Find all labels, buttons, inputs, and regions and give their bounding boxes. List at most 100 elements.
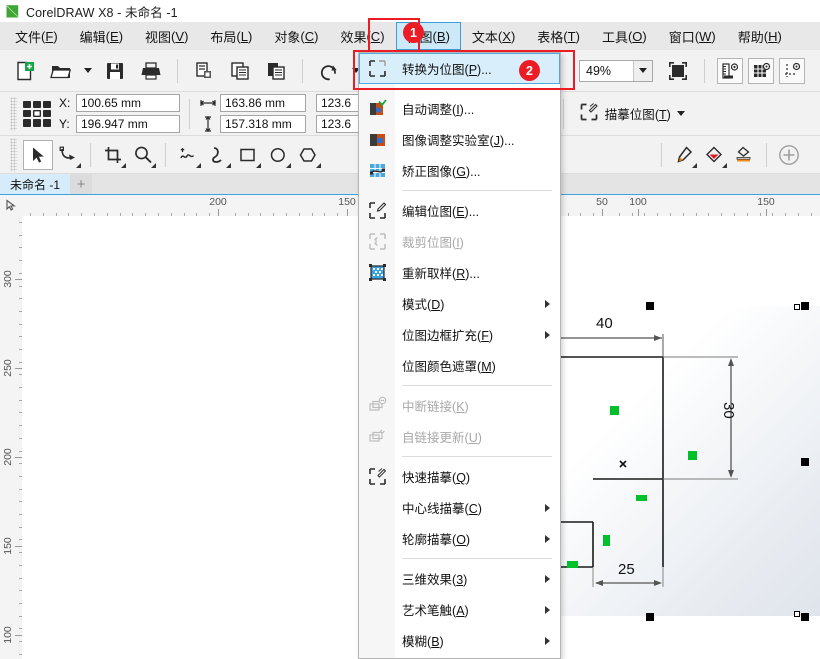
selected-bitmap-object[interactable]: 40 30 25 [557,306,820,616]
ruler-label: 250 [2,359,14,377]
size-fields: 163.86 mm 157.318 mm [199,94,306,133]
cut-icon[interactable] [187,54,221,88]
menu-item-bitmap-border-expand[interactable]: 位图边框扩充(F) [359,319,560,350]
ruler-tick [15,279,22,280]
polygon-tool-icon[interactable] [293,140,323,170]
dimension-label-top: 40 [596,315,613,332]
menu-separator-5 [402,558,552,559]
print-icon[interactable] [134,54,168,88]
selection-handle-top-right-open[interactable] [794,304,800,310]
object-origin-selector-icon[interactable] [23,100,51,127]
pick-tool-icon[interactable] [23,139,53,170]
menu-item-bitmap-color-mask[interactable]: 位图颜色遮罩(M) [359,350,560,381]
show-guidelines-icon[interactable] [779,57,805,84]
menu-tools[interactable]: 工具(O) [591,22,658,50]
object-width-input[interactable]: 163.86 mm [220,94,306,112]
add-tool-icon[interactable] [774,140,804,170]
selection-handle-top-middle[interactable] [646,302,654,310]
menu-window[interactable]: 窗口(W) [658,22,727,50]
shape-tool-icon[interactable] [53,140,83,170]
menu-edit[interactable]: 编辑(E) [69,22,134,50]
menu-help[interactable]: 帮助(H) [727,22,793,50]
toolbox-grip[interactable] [10,137,17,172]
y-label: Y: [59,117,70,131]
outline-pen-tool-icon[interactable] [729,140,759,170]
trace-bitmap-button[interactable]: 描摹位图(T) [573,99,691,129]
menu-file[interactable]: 文件(F) [4,22,69,50]
artistic-media-tool-icon[interactable] [203,140,233,170]
menu-effects[interactable]: 效果(C) [329,22,395,50]
chevron-down-icon[interactable] [633,60,652,81]
undo-icon[interactable] [312,54,346,88]
rectangle-tool-icon[interactable] [233,140,263,170]
menu-item-centerline-trace[interactable]: 中心线描摹(C) [359,492,560,523]
ruler-label: 100 [629,196,647,208]
toolbox-separator-1 [90,142,91,167]
x-position-input[interactable]: 100.65 mm [76,94,180,112]
full-screen-preview-icon[interactable] [661,54,695,88]
bitmaps-menu-dropdown[interactable]: 转换为位图(P)... 自动调整(I)... 图像调整实验室(J)... 矫正图… [358,52,561,659]
chevron-down-icon[interactable] [676,111,685,116]
menu-item-resample[interactable]: 重新取样(R)... [359,257,560,288]
menu-item-straighten-image[interactable]: 矫正图像(G)... [359,155,560,186]
menu-item-3d-effects[interactable]: 三维效果(3) [359,563,560,594]
selection-handle-bottom-right-open[interactable] [794,611,800,617]
menu-item-edit-bitmap[interactable]: 编辑位图(E)... [359,195,560,226]
ruler-origin-icon[interactable] [0,194,22,216]
show-grid-icon[interactable] [748,57,774,84]
scale-height-input[interactable]: 123.6 [316,115,364,133]
crop-bitmap-icon [366,231,388,253]
open-document-icon[interactable] [44,54,78,88]
paste-icon[interactable] [259,54,293,88]
property-separator-1 [189,98,190,129]
ellipse-tool-icon[interactable] [263,140,293,170]
annotation-badge-1: 1 [403,22,424,43]
vertical-ruler[interactable]: 300 250 200 150 100 [0,216,22,659]
selection-handle-top-right[interactable] [801,302,809,310]
menu-item-art-strokes[interactable]: 艺术笔触(A) [359,594,560,625]
color-eyedropper-tool-icon[interactable] [669,140,699,170]
copy-icon[interactable] [223,54,257,88]
submenu-arrow-icon [545,636,550,645]
menu-text-accel: X [502,28,511,44]
menu-item-image-adjustment-lab[interactable]: 图像调整实验室(J)... [359,124,560,155]
freehand-tool-icon[interactable] [173,140,203,170]
menu-item-quick-trace[interactable]: 快速描摹(Q) [359,461,560,492]
object-height-icon [199,115,216,133]
y-position-input[interactable]: 196.947 mm [76,115,180,133]
menu-table[interactable]: 表格(T) [526,22,591,50]
menu-item-auto-adjust-label: 自动调整(I)... [402,103,475,117]
menu-item-auto-adjust[interactable]: 自动调整(I)... [359,93,560,124]
menu-item-crop-bitmap-label: 裁剪位图(I) [402,236,464,250]
menu-view[interactable]: 视图(V) [134,22,199,50]
new-document-icon[interactable] [8,54,42,88]
scale-width-input[interactable]: 123.6 [316,94,364,112]
open-dropdown-caret-icon[interactable] [80,54,96,88]
title-bar: CorelDRAW X8 - 未命名 -1 [0,0,820,22]
object-height-input[interactable]: 157.318 mm [220,115,306,133]
crop-tool-icon[interactable] [98,140,128,170]
show-rulers-icon[interactable] [717,57,743,84]
menu-object[interactable]: 对象(C) [263,22,329,50]
selection-handle-bottom-middle[interactable] [646,613,654,621]
menu-layout[interactable]: 布局(L) [199,22,263,50]
plus-icon[interactable]: + [70,174,93,194]
menu-layout-accel: L [240,28,248,44]
submenu-arrow-icon [545,503,550,512]
property-bar-grip[interactable] [10,96,17,131]
selection-handle-middle-right[interactable] [801,458,809,466]
save-icon[interactable] [98,54,132,88]
selection-handle-bottom-right[interactable] [801,613,809,621]
menu-item-edit-bitmap-label: 编辑位图(E)... [402,205,480,219]
zoom-tool-icon[interactable] [128,140,158,170]
ruler-tick [766,209,767,216]
interactive-fill-tool-icon[interactable] [699,140,729,170]
zoom-level-combo[interactable]: 49% [579,59,653,82]
menu-item-outline-trace[interactable]: 轮廓描摹(O) [359,523,560,554]
menu-item-blur[interactable]: 模糊(B) [359,625,560,656]
ruler-label: 150 [2,537,14,555]
menu-text[interactable]: 文本(X) [461,22,526,50]
menu-item-mode[interactable]: 模式(D) [359,288,560,319]
document-tab[interactable]: 未命名 -1 [0,174,71,194]
straighten-image-icon [366,160,388,182]
